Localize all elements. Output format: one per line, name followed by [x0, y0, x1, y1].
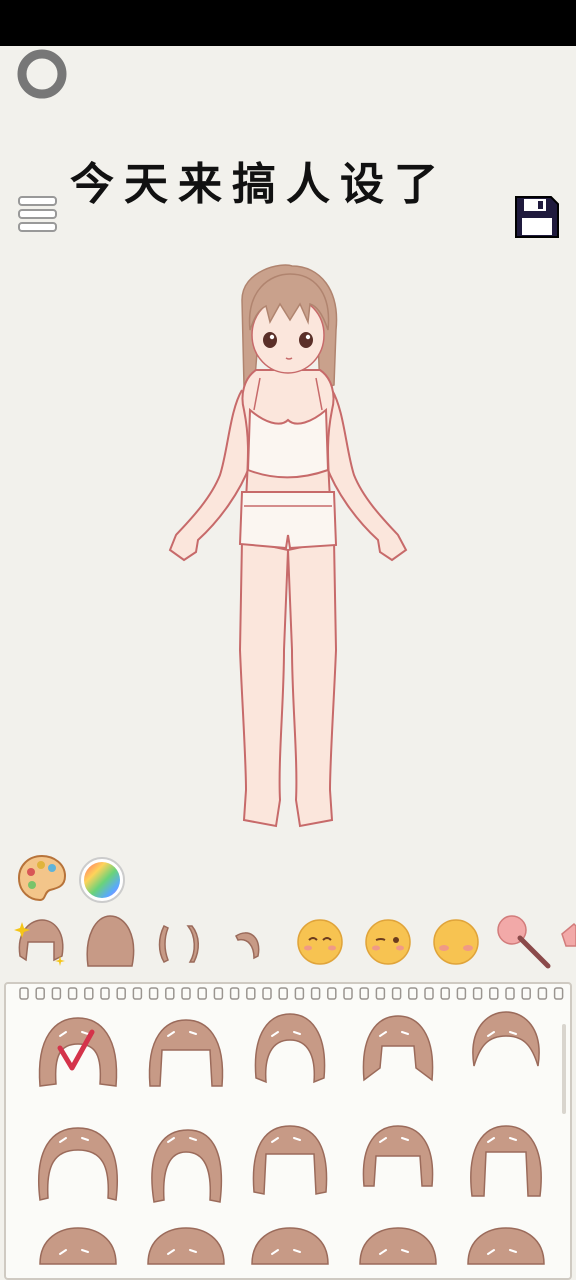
hairstyle-option[interactable] — [30, 1006, 126, 1102]
hairstyle-option[interactable] — [138, 1112, 234, 1208]
ring-icon — [17, 49, 67, 99]
hairstyle-option[interactable] — [458, 1112, 554, 1208]
ahoge-hair-icon — [235, 932, 260, 960]
color-wheel-icon — [79, 857, 125, 903]
hairstyle-option[interactable] — [30, 1112, 126, 1208]
paint-palette-icon — [17, 854, 67, 902]
eraser-icon — [561, 922, 576, 947]
hairstyle-option[interactable] — [138, 1224, 234, 1274]
side-hair-icon — [158, 924, 199, 963]
hairstyle-full-icon — [14, 919, 65, 966]
category-face-wink[interactable] — [358, 912, 418, 972]
category-side-hair[interactable] — [150, 912, 210, 972]
page-title: 今天来搞人设了 — [70, 159, 448, 210]
hairstyle-option[interactable] — [242, 1112, 338, 1208]
hairstyle-panel — [4, 982, 572, 1280]
hamburger-menu-icon — [18, 196, 57, 232]
face-closed-eyes-icon — [297, 919, 343, 965]
color-wheel-button[interactable] — [78, 856, 126, 904]
floppy-disk-icon — [515, 196, 559, 238]
hairstyle-option[interactable] — [350, 1112, 446, 1208]
back-hair-icon — [86, 915, 135, 967]
hairstyle-option[interactable] — [138, 1006, 234, 1102]
menu-button[interactable] — [16, 194, 60, 234]
ring-button[interactable] — [16, 48, 68, 100]
hairstyle-option[interactable] — [458, 1006, 554, 1102]
panel-scrollbar[interactable] — [562, 1024, 566, 1114]
palette-button[interactable] — [16, 852, 68, 904]
save-button[interactable] — [513, 194, 561, 240]
hairstyle-option[interactable] — [458, 1224, 554, 1274]
face-blush-icon — [433, 919, 479, 965]
hairstyle-option[interactable] — [242, 1006, 338, 1102]
status-bar — [0, 0, 576, 46]
notebook-rings — [19, 987, 564, 1000]
category-makeup[interactable] — [494, 912, 554, 972]
category-hairstyle[interactable] — [10, 912, 70, 972]
category-face-blush[interactable] — [426, 912, 486, 972]
face-wink-icon — [365, 919, 411, 965]
hairstyle-option[interactable] — [30, 1224, 126, 1274]
category-ahoge[interactable] — [222, 912, 282, 972]
category-face-closed[interactable] — [290, 912, 350, 972]
category-back-hair[interactable] — [80, 912, 140, 972]
hairstyle-option[interactable] — [350, 1006, 446, 1102]
category-eraser[interactable] — [558, 912, 576, 972]
character-preview — [150, 260, 426, 835]
hairstyle-option[interactable] — [242, 1224, 338, 1274]
hairstyle-option[interactable] — [350, 1224, 446, 1274]
makeup-brush-icon — [497, 915, 551, 969]
